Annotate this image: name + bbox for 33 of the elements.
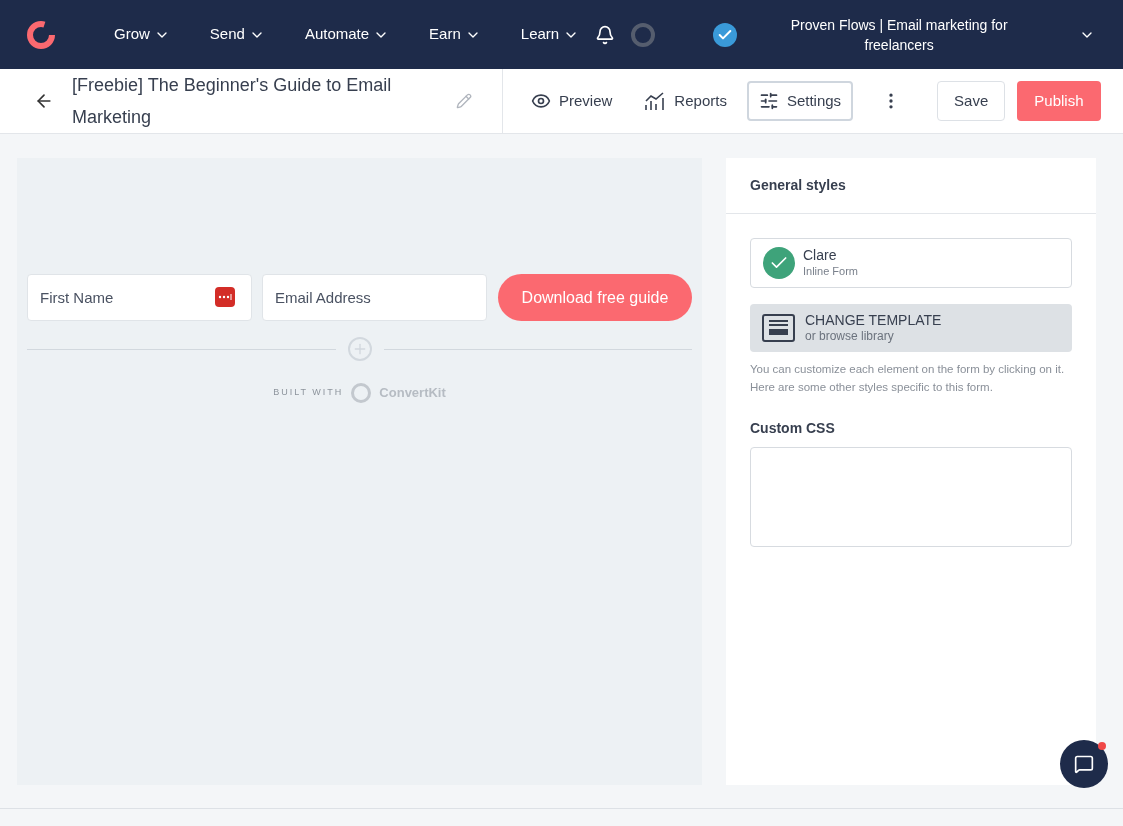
nav-menu[interactable]: Send <box>209 23 265 46</box>
eye-icon <box>531 91 551 111</box>
template-name: Clare <box>803 247 838 263</box>
chat-bubble-icon <box>1074 754 1094 774</box>
template-type: Inline Form <box>803 264 859 279</box>
custom-css-label: Custom CSS <box>750 419 836 438</box>
brand-logo-icon <box>351 383 372 403</box>
help-text: You can customize each element on the form by clicking on it. Here are some other styles specific to this form. <box>750 362 1066 395</box>
nav-menu[interactable]: Automate <box>304 23 390 46</box>
loading-ring-icon <box>631 22 656 47</box>
built-with-label: BUILT WITH <box>273 386 344 400</box>
account-name[interactable]: Proven Flows | Email marketing for freelancers <box>769 14 1030 55</box>
chart-icon <box>644 91 667 111</box>
toolbar-tab[interactable]: Reports <box>632 81 739 121</box>
form-title: [Freebie] The Beginner's Guide to Email Marketing <box>72 74 393 129</box>
toolbar-tab[interactable]: Settings <box>746 81 854 121</box>
bell-icon[interactable] <box>595 24 616 45</box>
check-badge-icon <box>713 22 738 47</box>
password-manager-icon[interactable] <box>215 287 235 307</box>
text-input-field[interactable]: First Name <box>27 274 252 321</box>
nav-menu[interactable]: Grow <box>114 23 170 46</box>
nav-menu[interactable]: Learn <box>520 23 580 46</box>
template-card[interactable]: Clare Inline Form <box>750 238 1072 288</box>
nav-menu[interactable]: Earn <box>429 23 481 46</box>
change-template-button[interactable]: CHANGE TEMPLATE or browse library <box>750 304 1072 352</box>
text-input-field[interactable]: Email Address <box>262 274 487 321</box>
sliders-icon <box>758 91 779 111</box>
toolbar-tab[interactable]: Preview <box>519 81 625 121</box>
chat-button[interactable] <box>1060 740 1108 788</box>
template-icon <box>762 314 795 342</box>
panel-heading: General styles <box>750 176 846 195</box>
save-button[interactable]: Save <box>937 81 1006 121</box>
css-input-field[interactable] <box>750 447 1072 547</box>
